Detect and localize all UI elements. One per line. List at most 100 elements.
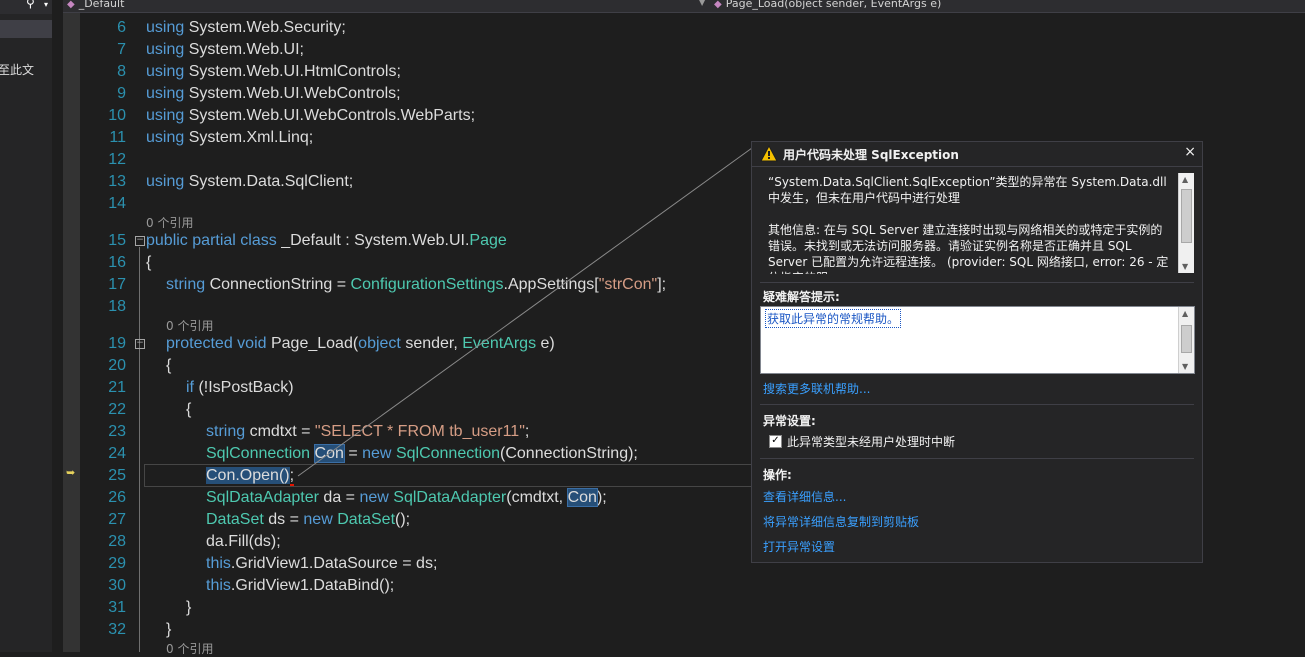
line-number: 32 <box>108 621 126 638</box>
code-line: this.GridView1.DataBind(); <box>206 577 395 594</box>
copy-details-link[interactable]: 将异常详细信息复制到剪贴板 <box>763 513 919 530</box>
splitter[interactable] <box>52 0 63 652</box>
line-number: 10 <box>108 107 126 124</box>
line-number: 20 <box>108 357 126 374</box>
highlighted-reference[interactable]: Con <box>566 488 598 507</box>
tips-heading: 疑难解答提示: <box>763 290 840 304</box>
panel-search-bar[interactable]: ⚲ ▾ <box>0 0 52 14</box>
tips-scrollbar[interactable]: ▲ ▼ <box>1178 307 1194 373</box>
class-dropdown[interactable]: ◆ _Default <box>67 0 124 10</box>
line-number: 6 <box>117 19 126 36</box>
exception-message-box[interactable]: “System.Data.SqlClient.SqlException”类型的异… <box>760 170 1194 274</box>
view-details-link[interactable]: 查看详细信息... <box>763 488 846 505</box>
line-number: 23 <box>108 423 126 440</box>
line-number: 30 <box>108 577 126 594</box>
code-line: using System.Web.UI.HtmlControls; <box>146 63 401 80</box>
exception-helper-popup: 用户代码未处理 SqlException × “System.Data.SqlC… <box>751 141 1203 563</box>
code-line: string cmdtxt = "SELECT * FROM tb_user11… <box>206 423 530 440</box>
class-icon: ◆ <box>67 0 75 10</box>
scroll-thumb[interactable] <box>1181 325 1192 353</box>
line-number-gutter: 6 7 8 9 10 11 12 13 14 15 16 17 18 19 20… <box>80 13 126 652</box>
scroll-down-icon[interactable]: ▼ <box>1182 362 1188 371</box>
line-number: 17 <box>108 276 126 293</box>
line-number: 25 <box>108 467 126 484</box>
line-number: 16 <box>108 254 126 271</box>
code-line: using System.Web.Security; <box>146 19 346 36</box>
highlighted-reference[interactable]: Con <box>206 467 236 484</box>
code-line: using System.Xml.Linq; <box>146 129 314 146</box>
code-line: using System.Web.UI.WebControls; <box>146 85 401 102</box>
code-line: { <box>166 357 172 374</box>
search-icon[interactable]: ⚲ <box>26 0 35 9</box>
error-squiggle: ; <box>289 467 295 486</box>
solution-explorer-panel: ⚲ ▾ 至此文 <box>0 0 52 652</box>
line-number: 15 <box>108 232 126 249</box>
troubleshooting-tips-list[interactable]: 获取此异常的常规帮助。 ▲ ▼ <box>760 306 1195 374</box>
execution-pointer-icon[interactable]: ➥ <box>66 466 75 479</box>
line-number: 29 <box>108 555 126 572</box>
warning-icon <box>760 145 778 162</box>
reference-count-codelens[interactable]: 0 个引用 <box>146 214 193 231</box>
general-help-link[interactable]: 获取此异常的常规帮助。 <box>765 309 902 328</box>
line-number: 18 <box>108 298 126 315</box>
exception-header: 用户代码未处理 SqlException × <box>752 142 1202 167</box>
current-statement-text: .Open() <box>235 467 290 484</box>
scroll-down-icon[interactable]: ▼ <box>1182 262 1188 271</box>
search-more-help-link[interactable]: 搜索更多联机帮助... <box>763 380 870 397</box>
message-scrollbar[interactable]: ▲ ▼ <box>1178 173 1194 273</box>
panel-selected-item[interactable] <box>0 20 52 38</box>
code-line: if (!IsPostBack) <box>186 379 294 396</box>
method-icon: ◆ <box>714 0 722 10</box>
reference-count-codelens[interactable]: 0 个引用 <box>166 640 213 657</box>
collapse-icon[interactable]: − <box>135 236 145 246</box>
line-number: 24 <box>108 445 126 462</box>
panel-item-label[interactable]: 至此文 <box>0 61 34 78</box>
settings-heading: 异常设置: <box>763 414 816 428</box>
line-number: 31 <box>108 599 126 616</box>
class-dropdown-label: _Default <box>78 0 125 10</box>
code-line: } <box>186 599 192 616</box>
code-line: DataSet ds = new DataSet(); <box>206 511 411 528</box>
line-number: 13 <box>108 173 126 190</box>
reference-count-codelens[interactable]: 0 个引用 <box>166 317 213 334</box>
divider <box>760 404 1194 405</box>
line-number: 11 <box>109 129 126 146</box>
exception-additional-info: 其他信息: 在与 SQL Server 建立连接时出现与网络相关的或特定于实例的… <box>768 223 1169 274</box>
method-dropdown-label: Page_Load(object sender, EventArgs e) <box>725 0 942 10</box>
scroll-up-icon[interactable]: ▲ <box>1182 175 1188 184</box>
line-number: 21 <box>108 379 126 396</box>
line-number: 19 <box>108 335 126 352</box>
collapse-icon[interactable]: − <box>135 339 145 349</box>
code-line: } <box>166 621 172 638</box>
chevron-down-icon[interactable]: ▼ <box>699 0 705 7</box>
exception-message: “System.Data.SqlClient.SqlException”类型的异… <box>768 174 1173 274</box>
scroll-up-icon[interactable]: ▲ <box>1182 309 1188 318</box>
exception-title: 用户代码未处理 SqlException <box>783 148 959 162</box>
close-icon[interactable]: × <box>1184 144 1196 160</box>
code-line: SqlConnection Con = new SqlConnection(Co… <box>206 444 638 463</box>
line-number: 8 <box>117 63 126 80</box>
code-line: public partial class _Default : System.W… <box>146 232 507 249</box>
method-dropdown[interactable]: ◆ Page_Load(object sender, EventArgs e) <box>714 0 941 10</box>
code-line: using System.Web.UI.WebControls.WebParts… <box>146 107 476 124</box>
line-number: 14 <box>108 195 126 212</box>
code-line: { <box>146 254 152 271</box>
break-on-unhandled-checkbox[interactable]: ✓ <box>769 435 782 448</box>
line-number: 12 <box>108 151 126 168</box>
highlighted-reference[interactable]: Con <box>313 444 345 463</box>
chevron-down-icon[interactable]: ▾ <box>44 0 48 11</box>
actions-heading: 操作: <box>763 468 792 482</box>
code-line: this.GridView1.DataSource = ds; <box>206 555 438 572</box>
divider <box>760 458 1194 459</box>
glyph-margin[interactable] <box>63 13 80 652</box>
open-exception-settings-link[interactable]: 打开异常设置 <box>763 538 835 555</box>
checkbox-label[interactable]: 此异常类型未经用户处理时中断 <box>787 433 955 450</box>
code-line: string ConnectionString = ConfigurationS… <box>166 276 667 293</box>
scroll-thumb[interactable] <box>1181 189 1192 243</box>
line-number: 28 <box>108 533 126 550</box>
current-statement: Con.Open(); <box>206 465 295 487</box>
line-number: 7 <box>117 41 126 58</box>
line-number: 27 <box>108 511 126 528</box>
code-line: { <box>186 401 192 418</box>
code-line: da.Fill(ds); <box>206 533 281 550</box>
